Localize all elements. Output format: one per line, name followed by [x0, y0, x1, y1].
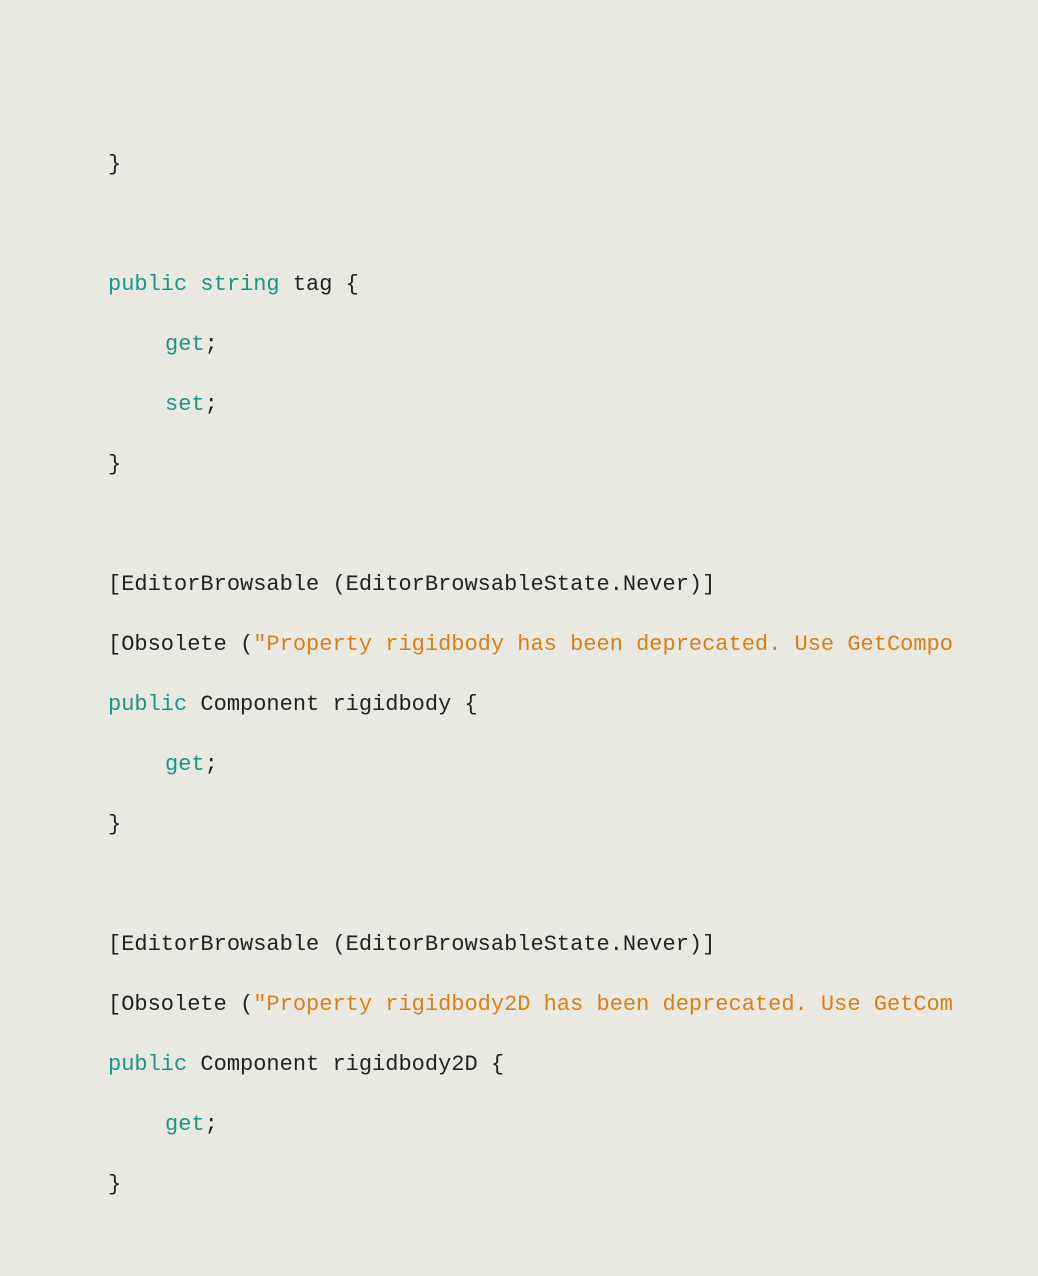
blank-line: [0, 870, 1038, 900]
code-line: set;: [0, 390, 1038, 420]
string-literal: "Property rigidbody2D has been deprecate…: [253, 992, 953, 1017]
code-line: [Obsolete ("Property rigidbody2D has bee…: [0, 990, 1038, 1020]
code-line: public Component rigidbody2D {: [0, 1050, 1038, 1080]
code-line: public Component rigidbody {: [0, 690, 1038, 720]
attr-obsolete: Obsolete: [121, 632, 227, 657]
code-line: }: [0, 150, 1038, 180]
identifier-rigidbody2D: rigidbody2D: [332, 1052, 477, 1077]
code-line: [EditorBrowsable (EditorBrowsableState.N…: [0, 930, 1038, 960]
keyword-set: set: [165, 392, 205, 417]
attr-editorbrowsable: EditorBrowsable: [121, 932, 319, 957]
keyword-get: get: [165, 332, 205, 357]
code-block: } public string tag { get; set; } [Edito…: [0, 120, 1038, 1276]
code-line: get;: [0, 750, 1038, 780]
identifier-rigidbody: rigidbody: [332, 692, 451, 717]
keyword-get: get: [165, 1112, 205, 1137]
keyword-public: public: [108, 272, 187, 297]
attr-arg: EditorBrowsableState.Never: [346, 932, 689, 957]
code-line: [Obsolete ("Property rigidbody has been …: [0, 630, 1038, 660]
attr-editorbrowsable: EditorBrowsable: [121, 572, 319, 597]
keyword-get: get: [165, 752, 205, 777]
blank-line: [0, 510, 1038, 540]
code-line: get;: [0, 1110, 1038, 1140]
attr-arg: EditorBrowsableState.Never: [346, 572, 689, 597]
attr-obsolete: Obsolete: [121, 992, 227, 1017]
identifier-tag: tag: [293, 272, 333, 297]
code-line: }: [0, 450, 1038, 480]
code-line: public string tag {: [0, 270, 1038, 300]
string-literal: "Property rigidbody has been deprecated.…: [253, 632, 953, 657]
blank-line: [0, 210, 1038, 240]
blank-line: [0, 1230, 1038, 1260]
code-line: [EditorBrowsable (EditorBrowsableState.N…: [0, 570, 1038, 600]
keyword-public: public: [108, 1052, 187, 1077]
code-line: get;: [0, 330, 1038, 360]
code-line: }: [0, 810, 1038, 840]
code-line: }: [0, 1170, 1038, 1200]
type-component: Component: [200, 1052, 319, 1077]
keyword-public: public: [108, 692, 187, 717]
keyword-string: string: [200, 272, 279, 297]
type-component: Component: [200, 692, 319, 717]
